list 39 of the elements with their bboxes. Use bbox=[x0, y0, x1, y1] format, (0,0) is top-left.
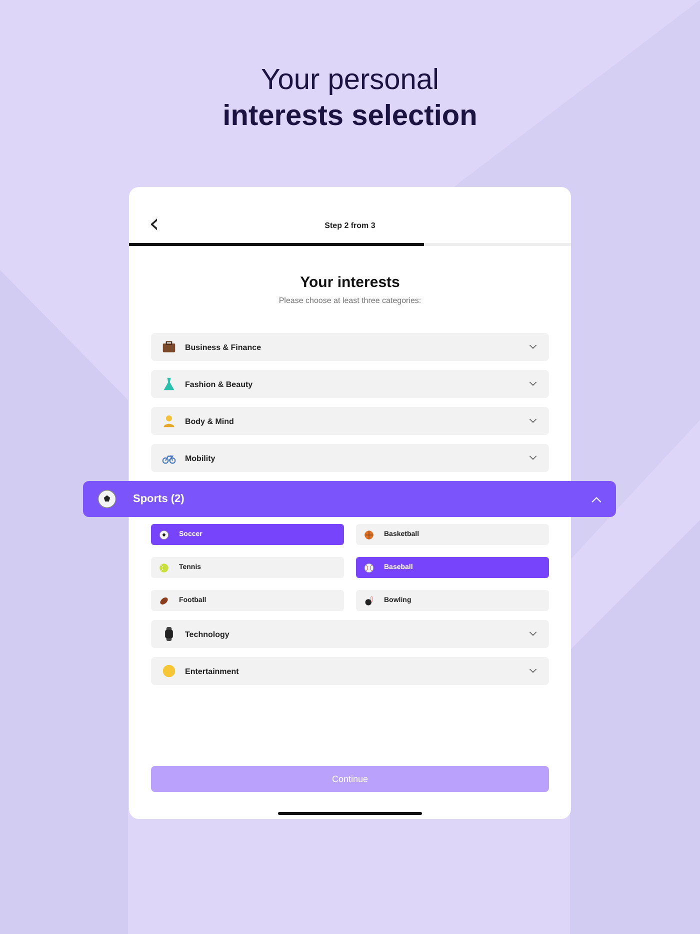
category-row[interactable]: Mobility bbox=[151, 444, 549, 472]
chevron-down-icon bbox=[529, 381, 537, 387]
figure-icon bbox=[162, 414, 176, 428]
category-label: Business & Finance bbox=[185, 342, 262, 352]
chevron-down-icon bbox=[529, 631, 537, 637]
basketball-icon bbox=[364, 530, 374, 540]
category-label: Sports (2) bbox=[133, 493, 186, 505]
soccer-ball-icon bbox=[159, 530, 169, 540]
chevron-down-icon bbox=[529, 455, 537, 461]
heading-text: Your personal bbox=[260, 63, 440, 98]
dress-icon bbox=[162, 377, 176, 391]
step-label: Step 2 from 3 bbox=[324, 220, 376, 230]
tennis-ball-icon bbox=[159, 562, 169, 572]
bowling-icon bbox=[364, 596, 374, 606]
category-label: Technology bbox=[185, 630, 230, 638]
category-row[interactable]: Fashion & Beauty bbox=[151, 370, 549, 398]
briefcase-icon bbox=[162, 340, 176, 354]
chevron-down-icon bbox=[529, 344, 537, 350]
chevron-down-icon bbox=[529, 668, 537, 674]
category-label: Fashion & Beauty bbox=[185, 380, 254, 388]
watch-icon bbox=[162, 627, 176, 641]
category-row[interactable]: Business & Finance bbox=[151, 333, 549, 361]
section-subtitle: Please choose at least three categories: bbox=[278, 296, 422, 305]
category-label: Entertainment bbox=[185, 666, 240, 676]
category-row[interactable]: Entertainment bbox=[151, 657, 549, 685]
category-label: Body & Mind bbox=[185, 416, 235, 426]
football-icon bbox=[159, 596, 169, 606]
heading-title: interests selection bbox=[222, 99, 478, 134]
section-title: Your interests bbox=[300, 274, 400, 291]
soccer-ball-icon bbox=[97, 489, 117, 509]
category-label: Mobility bbox=[185, 454, 216, 462]
back-button[interactable]: ‹ bbox=[145, 211, 164, 237]
chevron-down-icon bbox=[529, 418, 537, 424]
category-row[interactable]: Sports (2) bbox=[83, 481, 616, 517]
category-row[interactable]: Body & Mind bbox=[151, 407, 549, 435]
category-row[interactable]: Technology bbox=[151, 620, 549, 648]
chevron-up-icon bbox=[591, 496, 602, 502]
smiley-icon bbox=[162, 664, 176, 678]
baseball-icon bbox=[364, 562, 374, 572]
